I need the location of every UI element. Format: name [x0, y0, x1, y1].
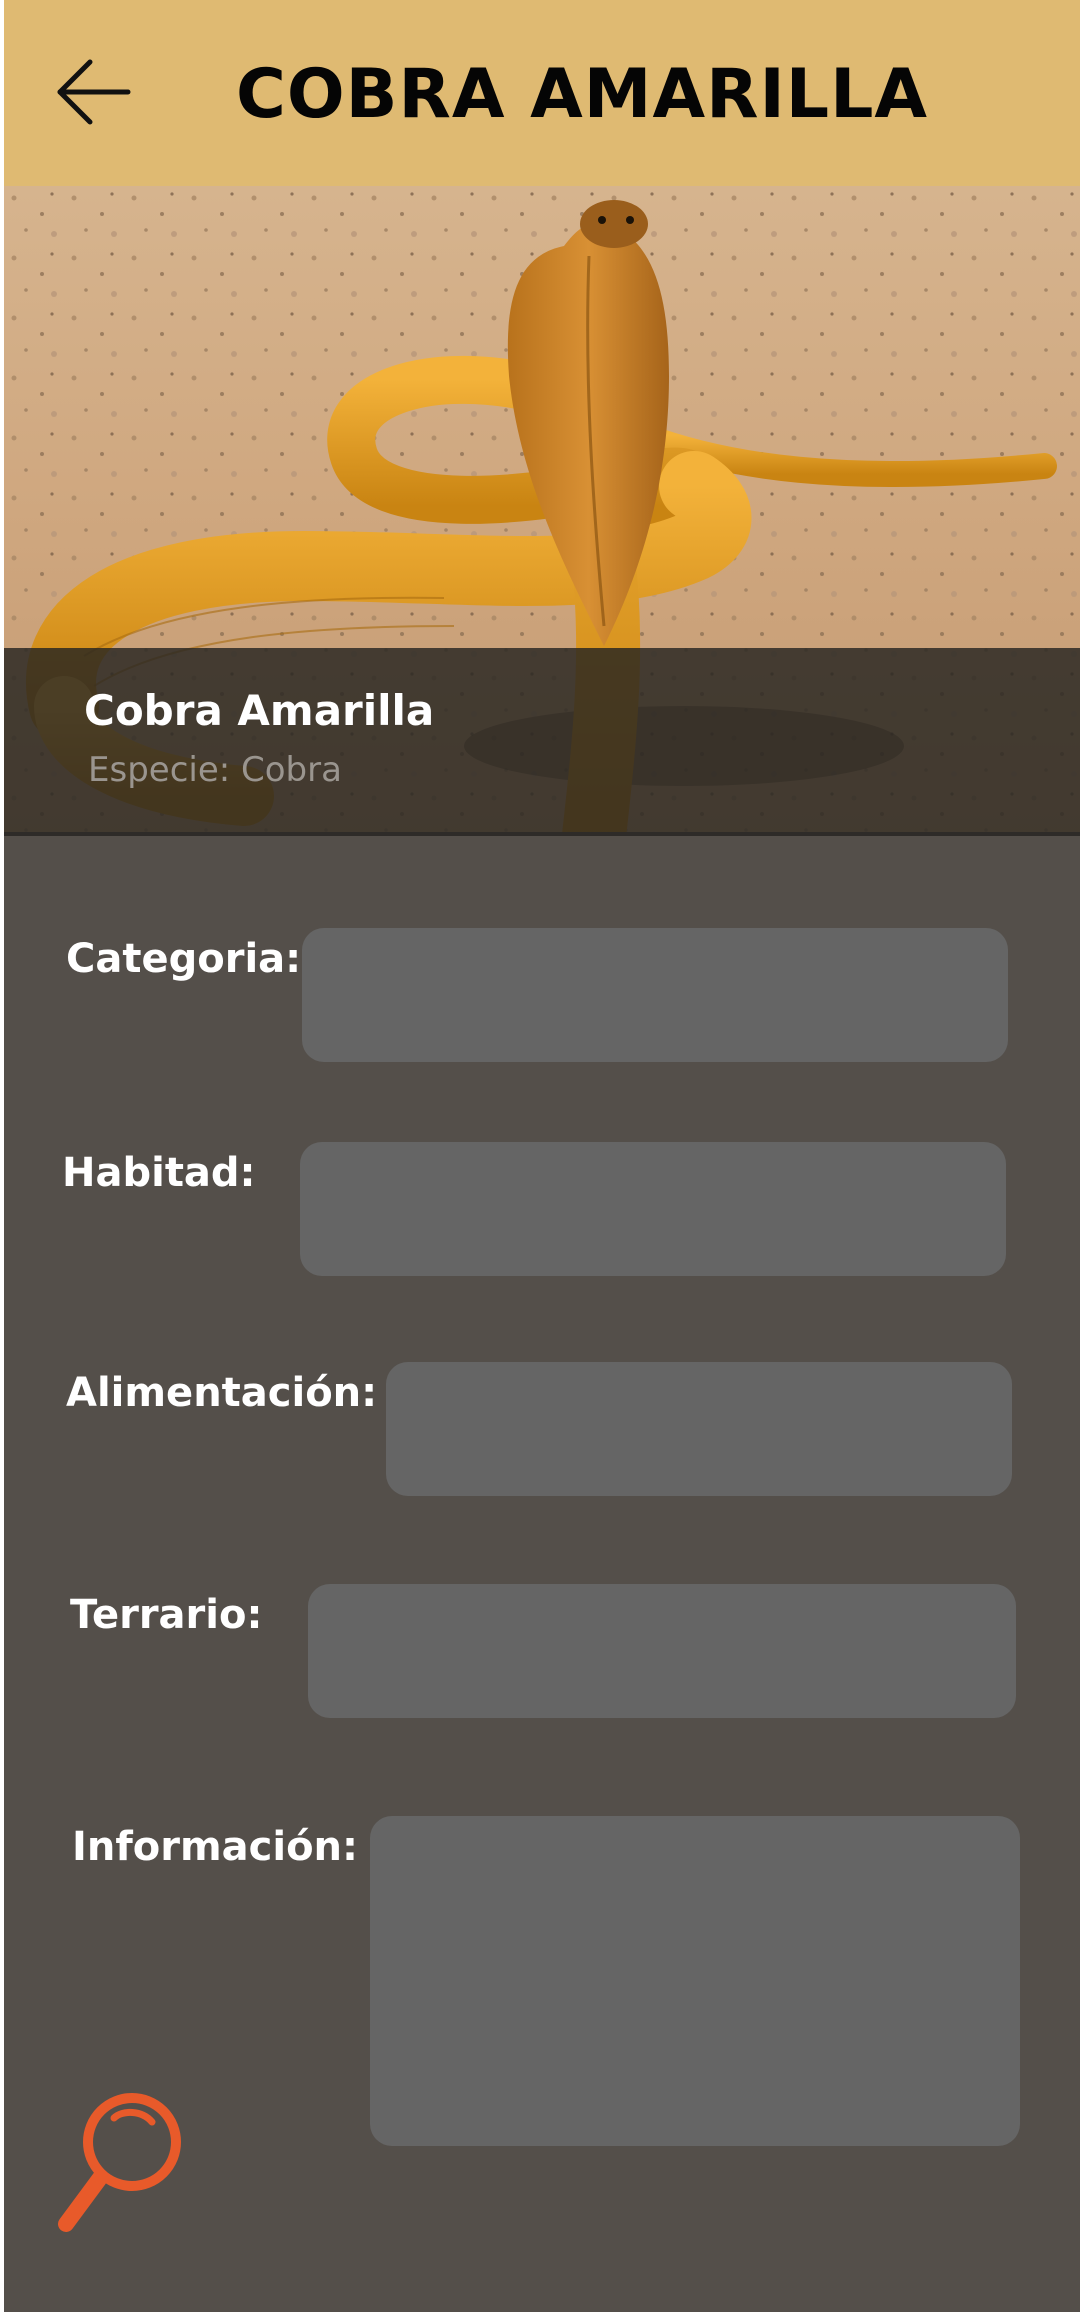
back-button[interactable] — [56, 54, 132, 130]
animal-species: Especie: Cobra — [88, 750, 342, 790]
search-button[interactable] — [56, 2086, 186, 2236]
page-title: COBRA AMARILLA — [235, 55, 929, 134]
habitad-field[interactable] — [300, 1142, 1006, 1276]
photo-caption: Cobra Amarilla Especie: Cobra — [4, 648, 1080, 836]
animal-photo: Cobra Amarilla Especie: Cobra — [4, 186, 1080, 836]
categoria-label: Categoria: — [66, 936, 302, 982]
informacion-label: Información: — [72, 1824, 359, 1870]
animal-detail-screen: COBRA AMARILLA Cobra Amarilla Especie: C… — [0, 0, 1080, 2312]
alimentacion-field[interactable] — [386, 1362, 1012, 1496]
animal-name: Cobra Amarilla — [84, 686, 435, 735]
terrario-label: Terrario: — [70, 1592, 263, 1638]
alimentacion-label: Alimentación: — [66, 1370, 378, 1416]
informacion-field[interactable] — [370, 1816, 1020, 2146]
categoria-field[interactable] — [302, 928, 1008, 1062]
magnifier-icon — [58, 2093, 181, 2232]
arrow-left-icon — [57, 59, 131, 125]
habitad-label: Habitad: — [62, 1150, 256, 1196]
app-header: COBRA AMARILLA — [4, 0, 1080, 188]
terrario-field[interactable] — [308, 1584, 1016, 1718]
